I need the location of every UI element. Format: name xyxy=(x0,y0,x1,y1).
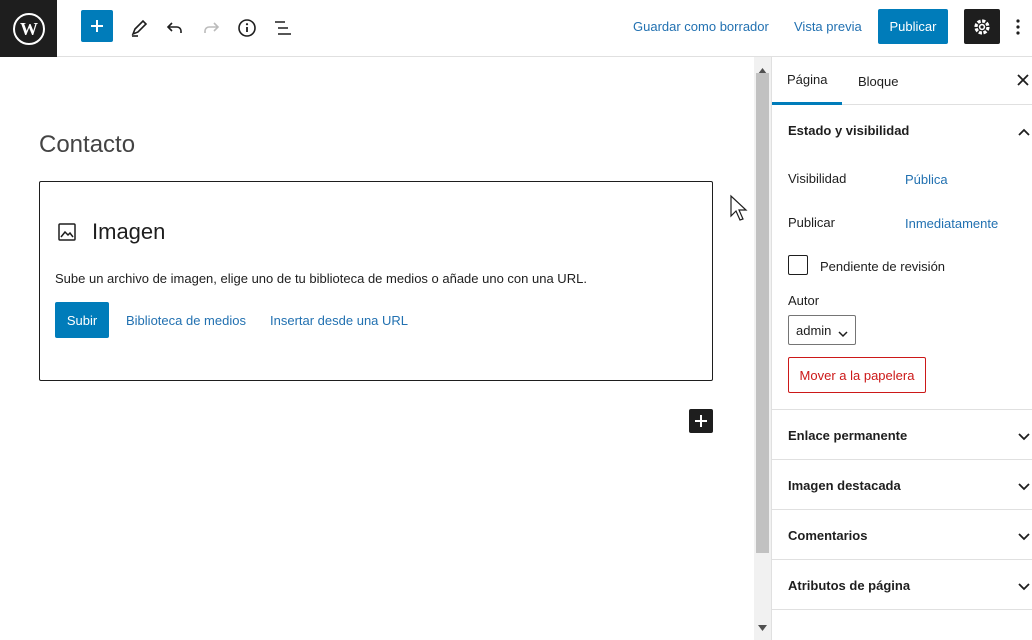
edit-tools-icon[interactable] xyxy=(121,10,157,46)
chevron-up-icon xyxy=(1017,125,1031,140)
divider xyxy=(772,559,1032,560)
move-to-trash-button[interactable]: Mover a la papelera xyxy=(788,357,926,393)
editor-scrollbar[interactable] xyxy=(754,57,771,640)
panel-comments-toggle[interactable]: Comentarios xyxy=(772,528,1032,548)
add-block-button[interactable] xyxy=(81,10,113,42)
image-block-title: Imagen xyxy=(92,219,166,244)
image-icon xyxy=(57,222,77,247)
author-select[interactable]: admin xyxy=(788,315,856,345)
pending-review-label[interactable]: Pendiente de revisión xyxy=(820,259,945,274)
image-block-description: Sube un archivo de imagen, elige uno de … xyxy=(55,271,587,286)
chevron-down-icon xyxy=(1017,430,1031,445)
save-draft-button[interactable]: Guardar como borrador xyxy=(633,19,769,34)
divider xyxy=(772,409,1032,410)
divider xyxy=(772,509,1032,510)
wordpress-logo-icon[interactable]: W xyxy=(0,0,57,57)
scroll-thumb[interactable] xyxy=(756,73,769,553)
block-inserter-button[interactable] xyxy=(689,409,713,433)
author-selected-value: admin xyxy=(796,322,832,338)
more-options-icon[interactable] xyxy=(1008,12,1028,42)
divider xyxy=(772,459,1032,460)
visibility-label: Visibilidad xyxy=(788,171,847,186)
undo-icon[interactable] xyxy=(157,10,193,46)
info-icon[interactable] xyxy=(229,10,265,46)
publish-button[interactable]: Publicar xyxy=(878,9,948,44)
tab-page[interactable]: Página xyxy=(772,57,843,105)
panel-status-visibility-toggle[interactable]: Estado y visibilidad xyxy=(772,123,1032,143)
divider xyxy=(772,609,1032,610)
settings-sidebar: Página Bloque Estado y visibilidad Visib… xyxy=(771,57,1032,640)
tab-block[interactable]: Bloque xyxy=(843,57,913,105)
mouse-cursor-icon xyxy=(729,194,749,227)
panel-page-attributes-toggle[interactable]: Atributos de página xyxy=(772,578,1032,598)
panel-title: Estado y visibilidad xyxy=(788,123,910,138)
pending-review-checkbox[interactable] xyxy=(788,255,808,275)
sidebar-tabs: Página Bloque xyxy=(772,57,1032,105)
editor-canvas: Contacto Imagen Sube un archivo de image… xyxy=(0,57,754,640)
panel-title: Comentarios xyxy=(788,528,868,543)
panel-permalink-toggle[interactable]: Enlace permanente xyxy=(772,428,1032,448)
preview-button[interactable]: Vista previa xyxy=(794,19,862,34)
panel-title: Atributos de página xyxy=(788,578,911,593)
close-icon[interactable] xyxy=(1016,73,1030,92)
chevron-down-icon xyxy=(838,326,848,341)
panel-title: Imagen destacada xyxy=(788,478,901,493)
upload-button[interactable]: Subir xyxy=(55,302,109,338)
top-toolbar: W Guardar como borrador Vista previa Pub… xyxy=(0,0,1032,57)
chevron-down-icon xyxy=(1017,580,1031,595)
insert-from-url-link[interactable]: Insertar desde una URL xyxy=(270,313,408,328)
publish-date-link[interactable]: Inmediatamente xyxy=(905,216,998,231)
publish-label: Publicar xyxy=(788,215,835,230)
redo-icon[interactable] xyxy=(193,10,229,46)
scroll-down-icon[interactable] xyxy=(758,618,767,636)
panel-featured-image-toggle[interactable]: Imagen destacada xyxy=(772,478,1032,498)
post-title[interactable]: Contacto xyxy=(39,131,135,159)
visibility-value-link[interactable]: Pública xyxy=(905,172,948,187)
chevron-down-icon xyxy=(1017,530,1031,545)
image-block-placeholder[interactable]: Imagen Sube un archivo de imagen, elige … xyxy=(39,181,713,381)
author-label: Autor xyxy=(788,293,820,308)
settings-gear-icon[interactable] xyxy=(964,9,1000,44)
chevron-down-icon xyxy=(1017,480,1031,495)
svg-text:W: W xyxy=(20,19,38,39)
panel-title: Enlace permanente xyxy=(788,428,908,443)
media-library-link[interactable]: Biblioteca de medios xyxy=(126,313,246,328)
list-view-icon[interactable] xyxy=(265,10,301,46)
